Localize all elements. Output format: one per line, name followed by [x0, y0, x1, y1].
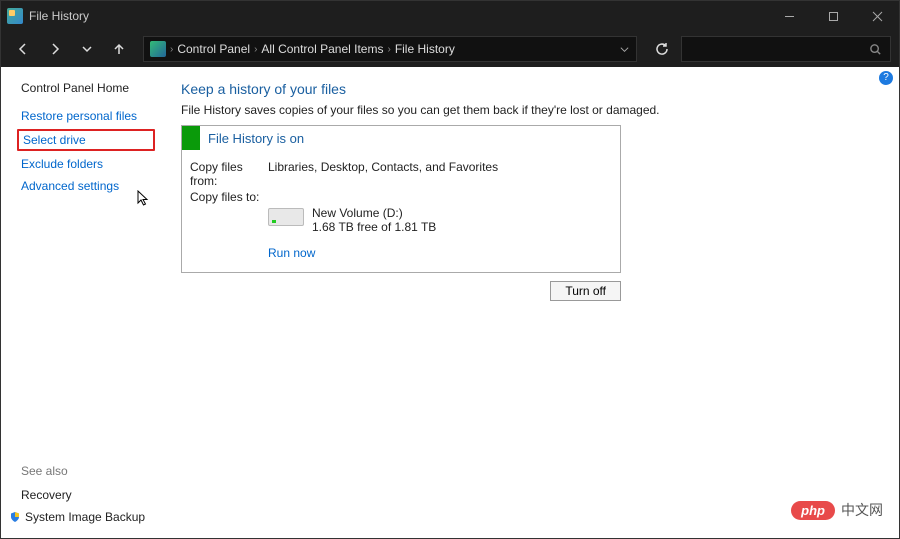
status-title: File History is on — [200, 131, 312, 146]
restore-personal-files-link[interactable]: Restore personal files — [21, 109, 151, 123]
maximize-button[interactable] — [811, 1, 855, 31]
copy-to-label: Copy files to: — [190, 190, 268, 204]
chevron-right-icon: › — [170, 44, 173, 55]
back-button[interactable] — [9, 35, 37, 63]
window-title: File History — [29, 9, 89, 23]
status-indicator-on — [182, 126, 200, 150]
run-now-link[interactable]: Run now — [268, 246, 612, 260]
breadcrumb-part[interactable]: File History — [395, 42, 455, 56]
see-also-heading: See also — [21, 464, 151, 478]
control-panel-icon — [150, 41, 166, 57]
file-history-window: File History › Control Panel › All Contr… — [0, 0, 900, 539]
copy-from-label: Copy files from: — [190, 160, 268, 188]
select-drive-link[interactable]: Select drive — [17, 129, 155, 151]
page-heading: Keep a history of your files — [181, 81, 879, 97]
drive-name: New Volume (D:) — [312, 206, 436, 220]
sidebar: Control Panel Home Restore personal file… — [1, 67, 161, 538]
navigation-toolbar: › Control Panel › All Control Panel Item… — [1, 31, 899, 67]
address-bar[interactable]: › Control Panel › All Control Panel Item… — [143, 36, 637, 62]
chevron-right-icon: › — [387, 44, 390, 55]
titlebar: File History — [1, 1, 899, 31]
watermark-text: 中文网 — [841, 500, 883, 520]
watermark: php 中文网 — [791, 500, 883, 520]
recent-dropdown[interactable] — [73, 35, 101, 63]
advanced-settings-link[interactable]: Advanced settings — [21, 179, 151, 193]
watermark-logo: php — [791, 501, 835, 520]
turn-off-button[interactable]: Turn off — [550, 281, 621, 301]
page-description: File History saves copies of your files … — [181, 103, 879, 117]
breadcrumb-part[interactable]: Control Panel — [177, 42, 250, 56]
status-box: File History is on Copy files from: Libr… — [181, 125, 621, 273]
minimize-button[interactable] — [767, 1, 811, 31]
breadcrumb-part[interactable]: All Control Panel Items — [261, 42, 383, 56]
drive-icon — [268, 208, 304, 226]
system-image-backup-link[interactable]: System Image Backup — [25, 510, 145, 524]
copy-from-value: Libraries, Desktop, Contacts, and Favori… — [268, 160, 498, 188]
chevron-down-icon[interactable] — [619, 44, 630, 55]
chevron-right-icon: › — [254, 44, 257, 55]
forward-button[interactable] — [41, 35, 69, 63]
drive-free-space: 1.68 TB free of 1.81 TB — [312, 220, 436, 234]
search-icon — [869, 43, 882, 56]
app-icon — [7, 8, 23, 24]
recovery-link[interactable]: Recovery — [21, 488, 151, 502]
content-area: ? Control Panel Home Restore personal fi… — [1, 67, 899, 538]
control-panel-home-link[interactable]: Control Panel Home — [21, 81, 151, 95]
search-input[interactable] — [681, 36, 891, 62]
exclude-folders-link[interactable]: Exclude folders — [21, 157, 151, 171]
close-button[interactable] — [855, 1, 899, 31]
shield-icon — [9, 511, 21, 523]
main-panel: Keep a history of your files File Histor… — [161, 67, 899, 538]
refresh-button[interactable] — [647, 35, 677, 63]
up-button[interactable] — [105, 35, 133, 63]
